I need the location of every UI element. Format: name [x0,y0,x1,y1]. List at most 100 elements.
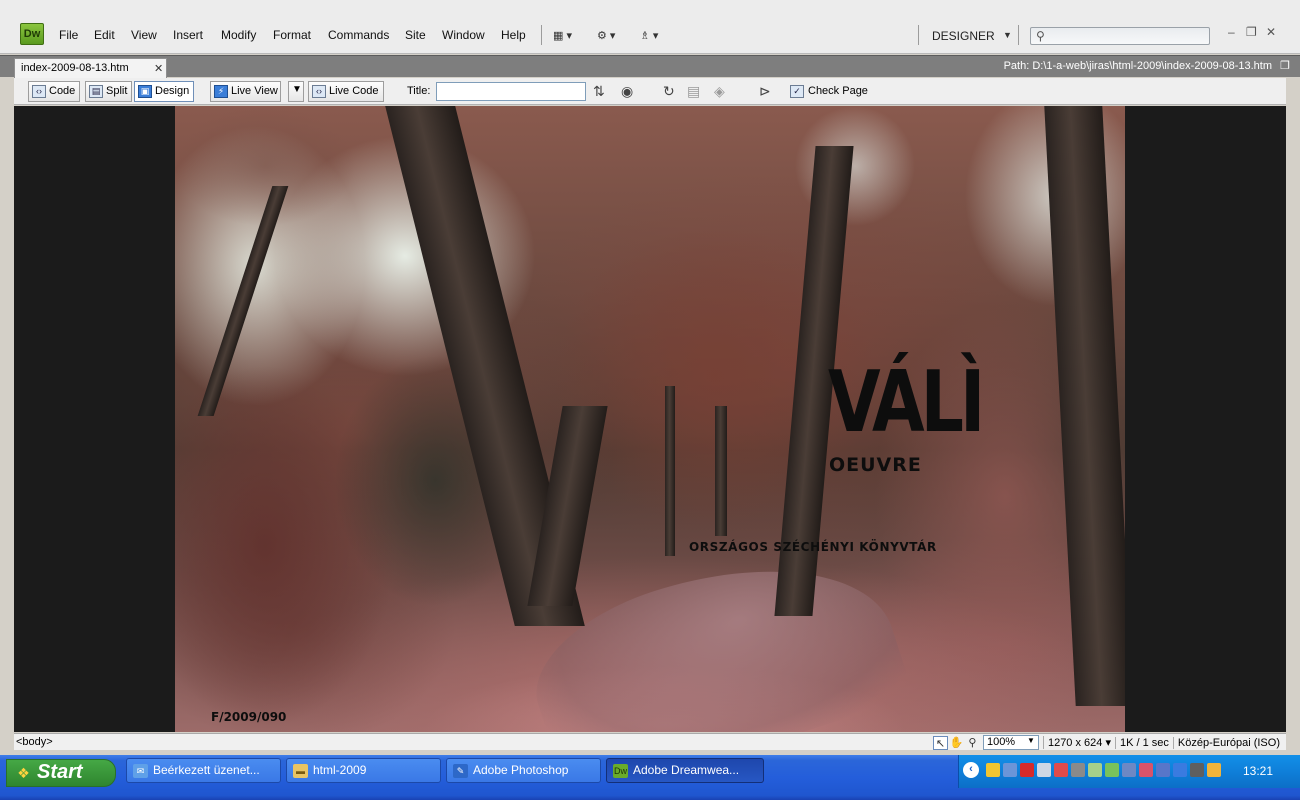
update-icon[interactable] [1054,763,1068,777]
chevron-down-icon[interactable]: ▼ [1003,30,1012,40]
clock[interactable]: 13:21 [1243,764,1273,778]
search-icon: ⚲ [1036,29,1045,43]
check-page-icon: ✓ [790,85,804,98]
zoom-select[interactable]: 100% ▼ [982,735,1039,750]
live-view-dropdown[interactable]: ▼ [288,81,304,102]
code-view-button[interactable]: ‹› Code [28,81,81,102]
menu-modify[interactable]: Modify [221,28,256,42]
live-code-button[interactable]: ‹› Live Code [308,81,384,102]
design-icon: ▣ [138,85,152,98]
volume-icon[interactable] [1071,763,1085,777]
task-folder[interactable]: ▬ html-2009 [286,758,441,783]
menu-window[interactable]: Window [442,28,485,42]
extend-menu-icon[interactable]: ⚙ ▾ [597,29,615,42]
start-button[interactable]: ❖ Start [6,759,116,787]
live-view-label: Live View [231,85,278,97]
live-code-icon: ‹› [312,85,326,98]
split-view-button[interactable]: ▤ Split [85,81,133,102]
photoshop-icon: ✎ [453,764,468,778]
document-tab[interactable]: index-2009-08-13.htm ✕ [14,58,167,78]
task-label: Beérkezett üzenet... [153,763,260,777]
search-input[interactable]: ⚲ [1030,27,1210,45]
title-label: Title: [407,85,431,97]
live-view-icon: ⚡ [214,85,228,98]
task-label: Adobe Photoshop [473,763,569,777]
code-view-label: Code [49,85,76,97]
show-hidden-icons-icon[interactable]: ‹ [963,762,979,778]
folder-icon: ▬ [293,764,308,778]
title-field[interactable] [436,82,586,101]
window-size[interactable]: 1270 x 624 ▾ [1042,736,1115,749]
outlook-icon: ✉ [133,764,148,778]
display-icon[interactable] [1190,763,1204,777]
check-page-label: Check Page [808,85,868,97]
menu-help[interactable]: Help [501,28,526,42]
vali-logo: VÁLÌ [828,353,985,453]
windows-flag-icon: ❖ [17,765,30,781]
application-bar: Dw File Edit View Insert Modify Format C… [0,0,1300,54]
preview-browser-icon[interactable]: ◉ [621,83,633,100]
view-options-icon[interactable]: ▤ [687,83,700,100]
document-path: Path: D:\1-a-web\jiras\html-2009\index-2… [1003,60,1272,72]
layout-menu-icon[interactable]: ▦ ▾ [553,29,572,42]
network-error-icon[interactable] [1139,763,1153,777]
network-disconnected-icon[interactable] [1122,763,1136,777]
antivirus-icon[interactable] [1020,763,1034,777]
wifi-icon[interactable] [1088,763,1102,777]
star-icon[interactable] [1037,763,1051,777]
restore-document-icon[interactable]: ❐ [1280,59,1290,72]
menu-format[interactable]: Format [273,28,311,42]
menu-insert[interactable]: Insert [173,28,203,42]
start-label: Start [37,761,83,783]
menu-commands[interactable]: Commands [328,28,389,42]
check-page-button[interactable]: ✓ Check Page [790,82,868,103]
menu-site[interactable]: Site [405,28,426,42]
menu-edit[interactable]: Edit [94,28,115,42]
live-view-button[interactable]: ⚡ Live View [210,81,281,102]
split-view-label: Split [106,85,128,97]
network-adapter-icon[interactable] [1156,763,1170,777]
task-label: html-2009 [313,763,367,777]
status-bar-tools: ↖ ✋ ⚲ 100% ▼ 1270 x 624 ▾ 1K / 1 sec Köz… [932,735,1284,750]
chevron-down-icon: ▼ [292,84,302,95]
tree-trunk [715,406,727,536]
network-icon[interactable] [1003,763,1017,777]
search-separator [1018,25,1019,45]
encoding: Közép-Európai (ISO) [1172,736,1284,749]
select-tool-icon[interactable]: ↖ [932,735,948,750]
download-size: 1K / 1 sec [1114,736,1173,749]
connection-icon[interactable] [1105,763,1119,777]
task-outlook[interactable]: ✉ Beérkezett üzenet... [126,758,281,783]
design-view-label: Design [155,85,190,97]
menu-view[interactable]: View [131,28,157,42]
workspace-switcher[interactable]: DESIGNER [932,29,995,43]
tag-selector[interactable]: <body> [16,736,53,748]
zoom-tool-icon[interactable]: ⚲ [965,736,980,750]
validate-markup-icon[interactable]: ⊳ [759,83,771,100]
oeuvre-subtitle: OEUVRE [829,454,922,476]
design-view[interactable]: VÁLÌ OEUVRE ORSZÁGOS SZÉCHÉNYI KÖNYVTÁR … [14,106,1286,732]
windows-taskbar: ❖ Start ✉ Beérkezett üzenet... ▬ html-20… [0,755,1300,800]
visual-aids-icon[interactable]: ◈ [714,83,725,100]
task-dreamweaver[interactable]: Dw Adobe Dreamwea... [606,758,764,783]
close-tab-icon[interactable]: ✕ [154,62,163,75]
close-icon[interactable]: ✕ [1266,25,1276,39]
document-tab-label: index-2009-08-13.htm [21,62,129,74]
restore-icon[interactable]: ❐ [1246,25,1257,39]
security-shield-icon[interactable] [986,763,1000,777]
file-management-icon[interactable]: ⇅ [593,83,605,100]
library-name: ORSZÁGOS SZÉCHÉNYI KÖNYVTÁR [689,540,937,554]
split-icon: ▤ [89,85,103,98]
site-menu-icon[interactable]: ♗ ▾ [640,29,658,42]
bluetooth-icon[interactable] [1173,763,1187,777]
minimize-icon[interactable]: – [1228,25,1235,39]
task-photoshop[interactable]: ✎ Adobe Photoshop [446,758,601,783]
chevron-down-icon: ▼ [1027,736,1035,745]
design-view-button[interactable]: ▣ Design [134,81,195,102]
refresh-icon[interactable]: ↻ [663,83,675,100]
menu-file[interactable]: File [59,28,78,42]
dreamweaver-icon: Dw [613,764,628,778]
hand-tool-icon[interactable]: ✋ [949,736,964,750]
power-icon[interactable] [1207,763,1221,777]
status-bar: <body> ↖ ✋ ⚲ 100% ▼ 1270 x 624 ▾ 1K / 1 … [14,733,1286,750]
